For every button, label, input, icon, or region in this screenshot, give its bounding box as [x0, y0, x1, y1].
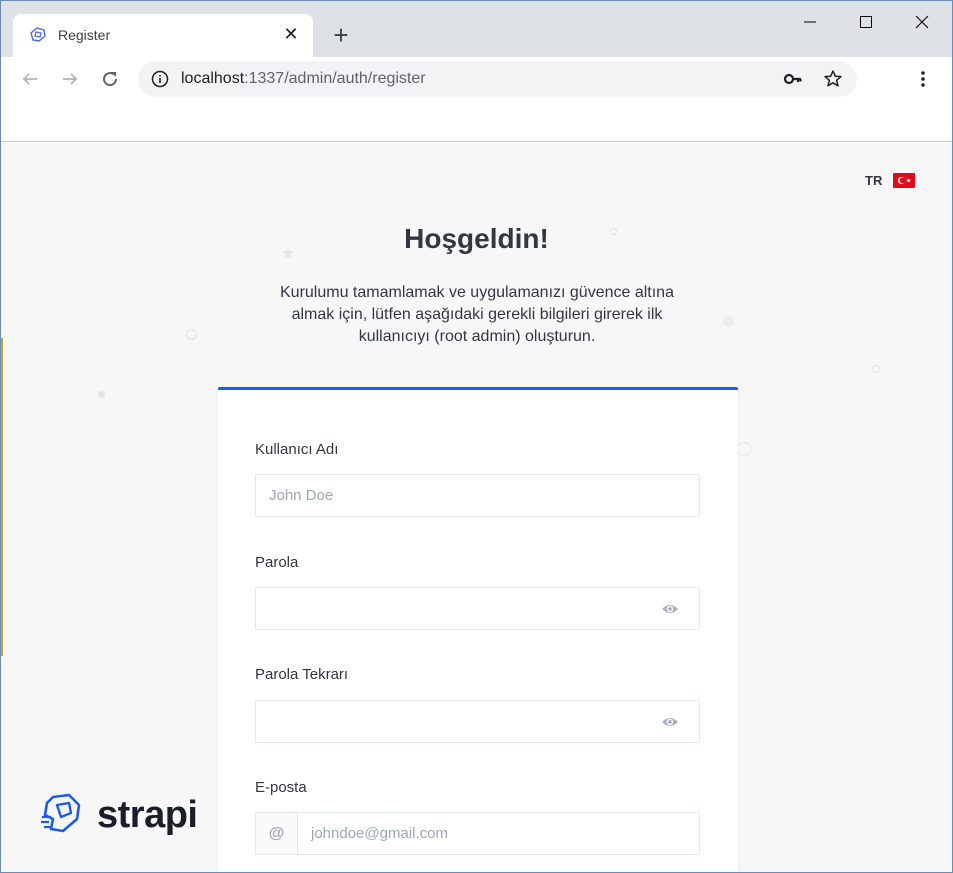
language-code: TR	[865, 173, 883, 188]
decor-circle	[737, 442, 751, 456]
info-icon[interactable]	[151, 70, 169, 88]
eye-icon[interactable]	[661, 602, 679, 616]
password-confirm-input[interactable]	[255, 700, 700, 743]
at-sign-addon: @	[256, 813, 298, 854]
tab-close-icon[interactable]: ✕	[281, 24, 301, 44]
star-icon[interactable]	[823, 69, 843, 89]
strapi-logo-icon	[39, 791, 83, 840]
toolbar-spacer	[1, 103, 952, 142]
menu-dots-icon[interactable]	[913, 65, 933, 93]
eye-icon[interactable]	[661, 715, 679, 729]
reload-icon[interactable]	[96, 65, 124, 93]
username-label: Kullanıcı Adı	[255, 441, 339, 458]
forward-arrow-icon[interactable]	[56, 65, 84, 93]
new-tab-button[interactable]: +	[328, 22, 354, 48]
password-input[interactable]	[255, 587, 700, 630]
tab-title: Register	[58, 27, 111, 43]
tab-strip: Register ✕ +	[1, 1, 952, 57]
register-form-card: Kullanıcı Adı John Doe Parola Parola Tek…	[218, 387, 738, 872]
maximize-icon[interactable]	[846, 7, 886, 37]
address-host: localhost	[181, 70, 245, 87]
strapi-favicon-icon	[28, 25, 48, 45]
address-bar[interactable]: localhost:1337/admin/auth/register	[138, 61, 857, 97]
page-title: Hoşgeldin!	[404, 223, 549, 254]
decor-circle	[723, 316, 734, 327]
turkey-flag-icon	[893, 173, 916, 188]
username-placeholder: John Doe	[269, 487, 334, 504]
decor-circle	[872, 365, 880, 373]
close-icon[interactable]	[902, 7, 942, 37]
address-url: localhost:1337/admin/auth/register	[181, 70, 426, 88]
username-input[interactable]: John Doe	[255, 474, 700, 517]
language-switcher[interactable]: TR	[865, 173, 916, 188]
password-confirm-label: Parola Tekrarı	[255, 666, 349, 683]
address-path: :1337/admin/auth/register	[244, 70, 426, 87]
back-arrow-icon[interactable]	[16, 65, 44, 93]
decor-circle	[98, 391, 105, 398]
minimize-icon[interactable]	[790, 7, 830, 37]
email-input[interactable]: @ johndoe@gmail.com	[255, 812, 700, 855]
strapi-wordmark: strapi	[97, 794, 198, 836]
edge-strip	[1, 338, 3, 656]
email-placeholder: johndoe@gmail.com	[311, 825, 448, 842]
strapi-logo: strapi	[39, 791, 198, 840]
page-content: TR Hoşgeldin! Kurulumu tamamlamak ve uyg…	[1, 143, 952, 872]
browser-toolbar: localhost:1337/admin/auth/register	[1, 57, 952, 103]
page-subtitle: Kurulumu tamamlamak ve uygulamanızı güve…	[280, 284, 674, 345]
browser-window: Register ✕ + localhost:1337/admin/auth/r…	[0, 0, 953, 873]
email-label: E-posta	[255, 779, 307, 796]
tab-register[interactable]: Register ✕	[13, 14, 313, 57]
key-icon[interactable]	[783, 70, 803, 88]
password-label: Parola	[255, 554, 299, 571]
decor-circle	[186, 329, 197, 340]
